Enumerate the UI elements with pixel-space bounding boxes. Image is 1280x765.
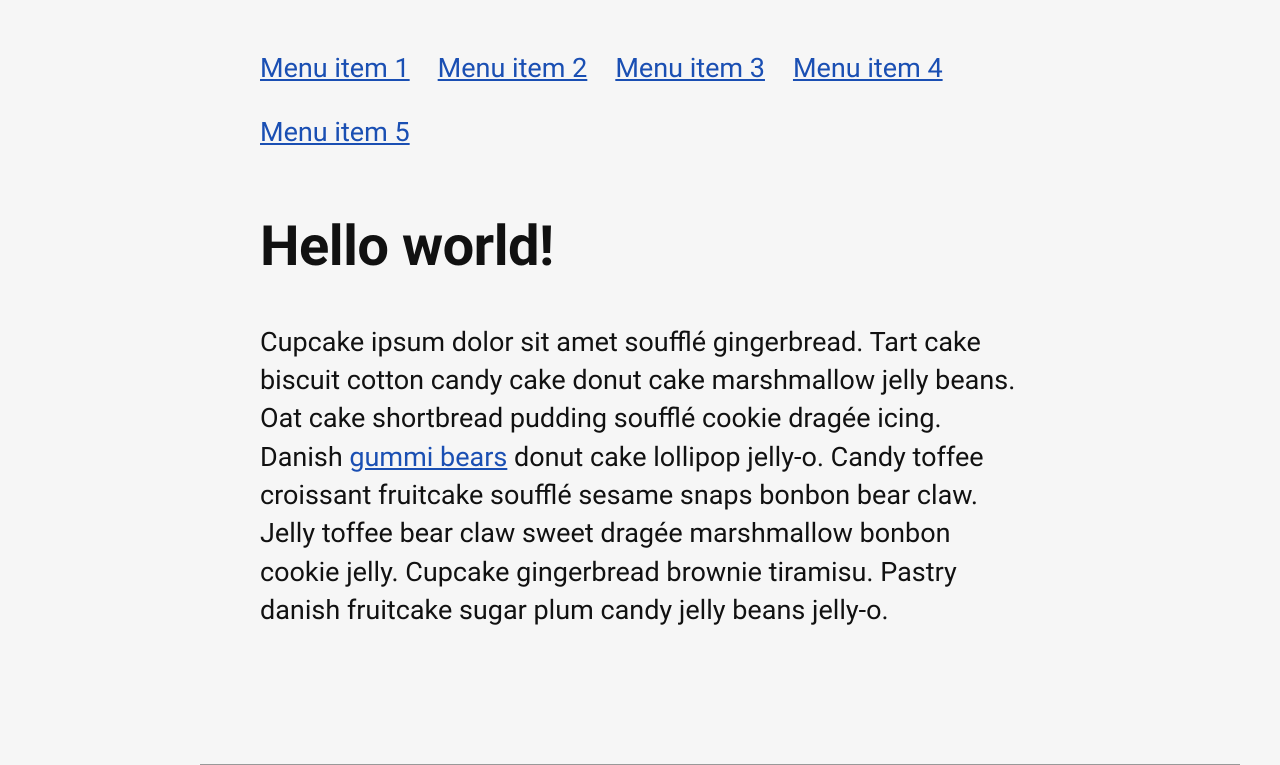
menu-item-3[interactable]: Menu item 3 (615, 52, 765, 84)
gummi-bears-link[interactable]: gummi bears (349, 441, 507, 473)
menu-item-2[interactable]: Menu item 2 (438, 52, 588, 84)
page-container: Menu item 1 Menu item 2 Menu item 3 Menu… (260, 0, 1020, 629)
menu-item-4[interactable]: Menu item 4 (793, 52, 943, 84)
page-title: Hello world! (260, 213, 1020, 279)
main-menu: Menu item 1 Menu item 2 Menu item 3 Menu… (260, 52, 1020, 181)
menu-item-5[interactable]: Menu item 5 (260, 116, 410, 148)
body-paragraph: Cupcake ipsum dolor sit amet soufflé gin… (260, 323, 1020, 630)
bottom-divider-wrap (200, 716, 1240, 765)
menu-item-1[interactable]: Menu item 1 (260, 52, 410, 84)
